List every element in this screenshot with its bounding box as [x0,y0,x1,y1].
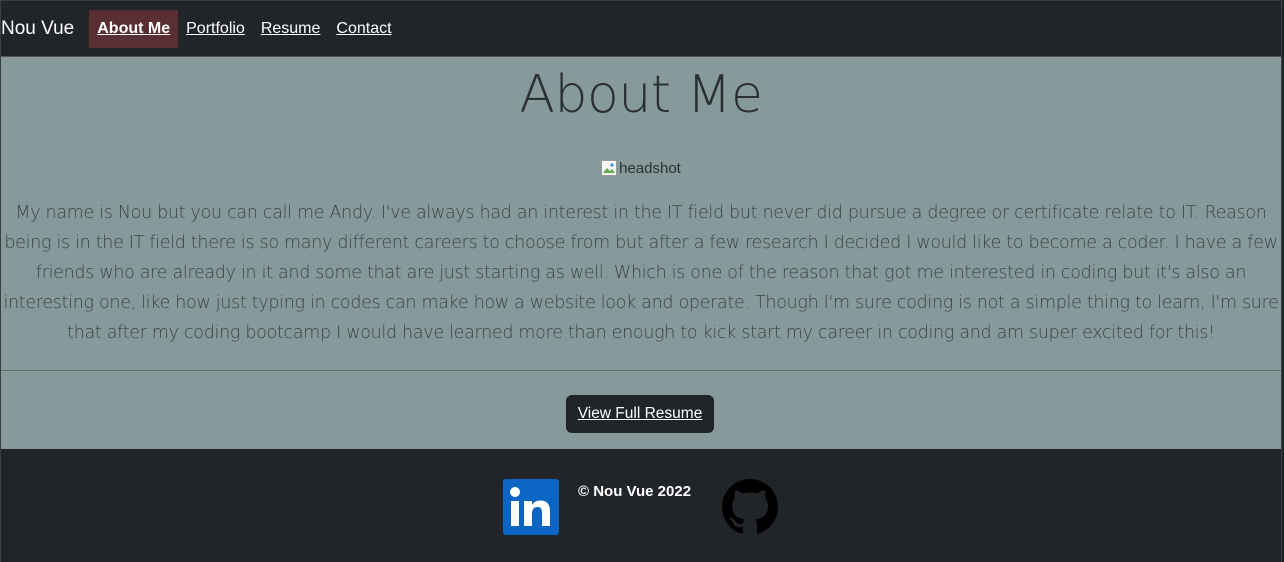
copyright-text: © Nou Vue 2022 [578,483,692,500]
view-resume-button[interactable]: View Full Resume [566,395,714,433]
brand-name[interactable]: Nou Vue [1,18,74,40]
about-section: About Me headshot My name is Nou but you… [1,57,1281,449]
bio-paragraph: My name is Nou but you can call me Andy.… [3,203,1279,343]
nav-portfolio[interactable]: Portfolio [178,10,253,48]
broken-image-icon [601,160,618,176]
divider [1,370,1281,371]
github-icon[interactable] [722,479,778,535]
linkedin-icon[interactable] [503,479,559,535]
page: Nou Vue About Me Portfolio Resume Contac… [0,0,1282,562]
headshot-image: headshot [601,158,681,178]
headshot-alt-text: headshot [619,159,681,177]
nav-resume[interactable]: Resume [253,10,329,48]
nav-about-me[interactable]: About Me [89,9,179,48]
footer: © Nou Vue 2022 [1,449,1281,561]
nav-contact[interactable]: Contact [328,10,399,48]
navbar: Nou Vue About Me Portfolio Resume Contac… [1,1,1281,57]
page-title: About Me [519,65,763,125]
